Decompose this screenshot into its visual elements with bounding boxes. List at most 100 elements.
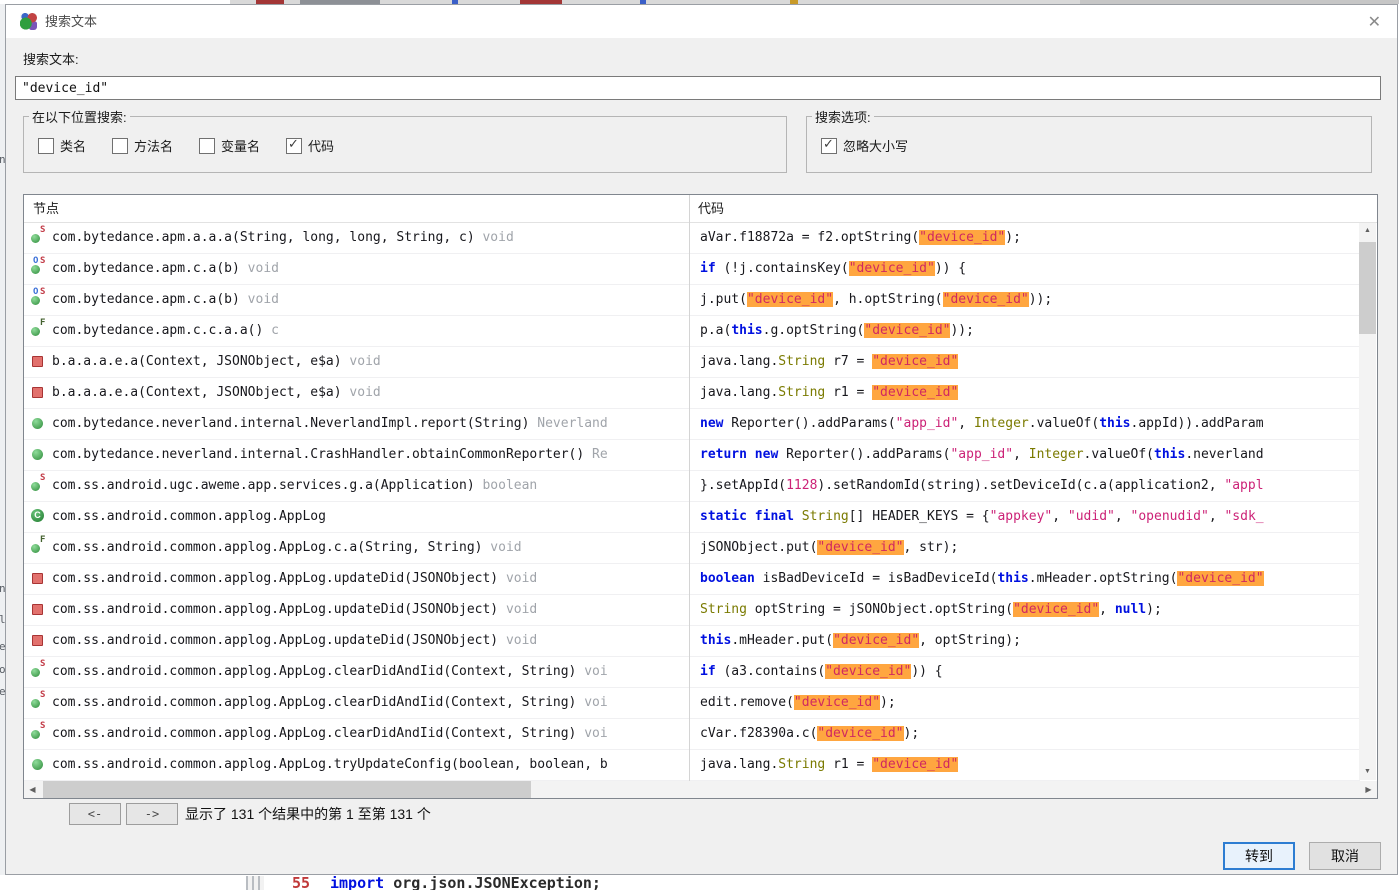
code-row[interactable]: j.put("device_id", h.optString("device_i…: [690, 285, 1360, 316]
background-code-sliver: 55 import org.json.JSONException;: [0, 876, 1399, 890]
node-signature: b.a.a.a.e.a(Context, JSONObject, e$a): [52, 385, 342, 400]
code-segment: (!j.containsKey(: [716, 261, 849, 276]
unchecked-checkbox-icon[interactable]: [112, 138, 128, 154]
code-segment: Reporter().addParams(: [778, 447, 950, 462]
code-row[interactable]: static final String[] HEADER_KEYS = {"ap…: [690, 502, 1360, 533]
scroll-right-icon[interactable]: ▶: [1360, 781, 1377, 798]
node-row[interactable]: Scom.ss.android.common.applog.AppLog.cle…: [24, 688, 689, 719]
code-row[interactable]: edit.remove("device_id");: [690, 688, 1360, 719]
node-row[interactable]: Ccom.ss.android.common.applog.AppLog: [24, 502, 689, 533]
next-result-button[interactable]: ->: [126, 803, 178, 825]
code-row[interactable]: this.mHeader.put("device_id", optString)…: [690, 626, 1360, 657]
code-segment: )) {: [911, 664, 942, 679]
node-row[interactable]: com.bytedance.neverland.internal.Neverla…: [24, 409, 689, 440]
code-segment: ,: [1115, 509, 1131, 524]
method-static-icon: S: [30, 477, 49, 493]
dialog-titlebar[interactable]: 搜索文本 ✕: [6, 5, 1397, 38]
node-return-type: voi: [576, 664, 607, 679]
scope-checkbox[interactable]: 代码: [286, 136, 334, 155]
option-checkbox[interactable]: 忽略大小写: [821, 136, 908, 155]
scope-checkbox[interactable]: 类名: [38, 136, 86, 155]
results-horizontal-scrollbar[interactable]: ◀ ▶: [24, 781, 1377, 798]
node-row[interactable]: b.a.a.a.e.a(Context, JSONObject, e$a) vo…: [24, 347, 689, 378]
unchecked-checkbox-icon[interactable]: [38, 138, 54, 154]
search-hit: "device_id": [872, 757, 958, 772]
close-icon[interactable]: ✕: [1368, 12, 1381, 32]
node-return-type: Re: [584, 447, 607, 462]
code-segment: )) {: [935, 261, 966, 276]
scroll-down-icon[interactable]: ▼: [1359, 764, 1376, 780]
code-row[interactable]: java.lang.String r1 = "device_id": [690, 378, 1360, 409]
node-row[interactable]: com.bytedance.neverland.internal.CrashHa…: [24, 440, 689, 471]
node-row[interactable]: com.ss.android.common.applog.AppLog.upda…: [24, 564, 689, 595]
code-segment: "sdk_: [1224, 509, 1263, 524]
node-row[interactable]: OScom.bytedance.apm.c.a(b) void: [24, 254, 689, 285]
node-signature: com.ss.android.common.applog.AppLog.upda…: [52, 633, 498, 648]
unchecked-checkbox-icon[interactable]: [199, 138, 215, 154]
code-row[interactable]: if (!j.containsKey("device_id")) {: [690, 254, 1360, 285]
search-input[interactable]: [15, 76, 1381, 100]
node-signature: com.bytedance.apm.c.a(b): [52, 292, 240, 307]
scope-checkbox[interactable]: 方法名: [112, 136, 173, 155]
node-row[interactable]: com.ss.android.common.applog.AppLog.upda…: [24, 626, 689, 657]
cancel-button[interactable]: 取消: [1309, 842, 1381, 870]
background-gutter-bars: [246, 876, 264, 890]
code-row[interactable]: java.lang.String r7 = "device_id": [690, 347, 1360, 378]
code-segment: .appId)).addParam: [1131, 416, 1264, 431]
node-signature: com.ss.android.common.applog.AppLog.c.a(…: [52, 540, 482, 555]
checked-checkbox-icon[interactable]: [286, 138, 302, 154]
search-scope-group: 在以下位置搜索: 类名方法名变量名代码: [23, 107, 787, 173]
vertical-scroll-thumb[interactable]: [1359, 242, 1376, 334]
search-hit: "device_id": [817, 540, 903, 555]
code-segment: final: [755, 509, 794, 524]
code-row[interactable]: if (a3.contains("device_id")) {: [690, 657, 1360, 688]
code-vertical-scrollbar[interactable]: ▲ ▼: [1359, 223, 1376, 780]
code-row[interactable]: }.setAppId(1128).setRandomId(string).set…: [690, 471, 1360, 502]
code-segment: "openudid": [1131, 509, 1209, 524]
code-row[interactable]: new Reporter().addParams("app_id", Integ…: [690, 409, 1360, 440]
goto-button[interactable]: 转到: [1223, 842, 1295, 870]
code-row[interactable]: String optString = jSONObject.optString(…: [690, 595, 1360, 626]
node-signature: com.ss.android.common.applog.AppLog.clea…: [52, 695, 576, 710]
search-hit: "device_id": [817, 726, 903, 741]
code-row[interactable]: boolean isBadDeviceId = isBadDeviceId(th…: [690, 564, 1360, 595]
node-return-type: void: [475, 230, 514, 245]
node-row[interactable]: Fcom.bytedance.apm.c.c.a.a() c: [24, 316, 689, 347]
scroll-left-icon[interactable]: ◀: [24, 781, 41, 798]
horizontal-scroll-thumb[interactable]: [43, 781, 531, 798]
checked-checkbox-icon[interactable]: [821, 138, 837, 154]
node-row[interactable]: com.ss.android.common.applog.AppLog.tryU…: [24, 750, 689, 781]
code-row[interactable]: java.lang.String r1 = "device_id": [690, 750, 1360, 781]
code-segment: p.a(: [700, 323, 731, 338]
search-hit: "device_id": [943, 292, 1029, 307]
node-row[interactable]: Scom.ss.android.common.applog.AppLog.cle…: [24, 657, 689, 688]
node-row[interactable]: com.ss.android.common.applog.AppLog.upda…: [24, 595, 689, 626]
node-row[interactable]: Scom.bytedance.apm.a.a.a(String, long, l…: [24, 223, 689, 254]
node-signature: com.bytedance.neverland.internal.CrashHa…: [52, 447, 584, 462]
code-row[interactable]: aVar.f18872a = f2.optString("device_id")…: [690, 223, 1360, 254]
code-row[interactable]: cVar.f28390a.c("device_id");: [690, 719, 1360, 750]
code-column-header: 代码: [698, 195, 724, 222]
code-segment: ,: [958, 416, 974, 431]
node-return-type: void: [498, 633, 537, 648]
code-row[interactable]: p.a(this.g.optString("device_id"));: [690, 316, 1360, 347]
code-row[interactable]: jSONObject.put("device_id", str);: [690, 533, 1360, 564]
scroll-up-icon[interactable]: ▲: [1359, 223, 1376, 239]
node-row[interactable]: b.a.a.a.e.a(Context, JSONObject, e$a) vo…: [24, 378, 689, 409]
search-hit: "device_id": [833, 633, 919, 648]
code-segment: Integer: [1029, 447, 1084, 462]
code-segment: r7 =: [825, 354, 872, 369]
node-return-type: void: [498, 571, 537, 586]
node-row[interactable]: Fcom.ss.android.common.applog.AppLog.c.a…: [24, 533, 689, 564]
code-segment: "app_id": [950, 447, 1013, 462]
code-row[interactable]: return new Reporter().addParams("app_id"…: [690, 440, 1360, 471]
node-row[interactable]: Scom.ss.android.common.applog.AppLog.cle…: [24, 719, 689, 750]
code-segment: if: [700, 261, 716, 276]
scope-checkbox[interactable]: 变量名: [199, 136, 260, 155]
code-segment: Integer: [974, 416, 1029, 431]
code-segment: this: [700, 633, 731, 648]
node-row[interactable]: Scom.ss.android.ugc.aweme.app.services.g…: [24, 471, 689, 502]
previous-result-button[interactable]: <-: [69, 803, 121, 825]
code-segment: java.lang.: [700, 385, 778, 400]
node-row[interactable]: OScom.bytedance.apm.c.a(b) void: [24, 285, 689, 316]
